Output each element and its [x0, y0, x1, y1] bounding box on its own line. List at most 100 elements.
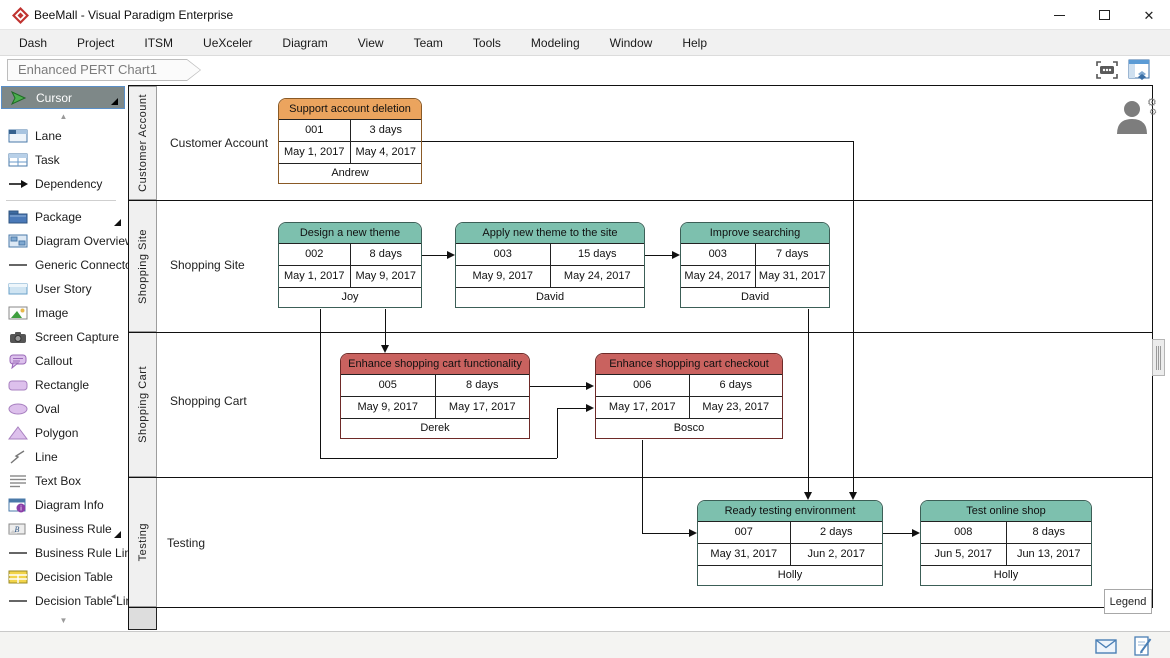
tool-rectangle[interactable]: Rectangle	[0, 373, 127, 397]
dependency-connector-segment[interactable]	[320, 309, 321, 458]
lane-border	[128, 85, 1152, 86]
menu-diagram[interactable]: Diagram	[282, 36, 327, 50]
task-title: Improve searching	[681, 223, 829, 244]
zoom-to-selection-icon[interactable]	[1094, 58, 1120, 82]
menu-itsm[interactable]: ITSM	[144, 36, 173, 50]
maximize-button[interactable]	[1085, 0, 1123, 30]
tool-polygon[interactable]: Polygon	[0, 421, 127, 445]
tool-package[interactable]: Package	[0, 205, 127, 229]
window-title: BeeMall - Visual Paradigm Enterprise	[34, 8, 233, 22]
diagram-info-icon: i	[8, 497, 28, 513]
menu-modeling[interactable]: Modeling	[531, 36, 580, 50]
line-icon	[8, 449, 28, 465]
dependency-connector-segment[interactable]	[645, 255, 673, 256]
dependency-connector-segment[interactable]	[557, 408, 558, 458]
dependency-connector-segment[interactable]	[642, 533, 690, 534]
dependency-connector-segment[interactable]	[385, 309, 386, 346]
tool-lane[interactable]: Lane	[0, 124, 127, 148]
tool-image[interactable]: Image	[0, 301, 127, 325]
menu-project[interactable]: Project	[77, 36, 114, 50]
tool-text-box[interactable]: Text Box	[0, 469, 127, 493]
tool-business-rule-link[interactable]: Business Rule Link	[0, 541, 127, 565]
menu-dash[interactable]: Dash	[19, 36, 47, 50]
lane-label: Customer Account	[170, 136, 268, 150]
task-duration: 8 days	[436, 375, 530, 396]
task-title: Apply new theme to the site	[456, 223, 644, 244]
lane-label: Testing	[167, 536, 205, 550]
dependency-connector-segment[interactable]	[808, 309, 809, 493]
dependency-connector-segment[interactable]	[422, 141, 853, 142]
task-start-date: May 1, 2017	[279, 142, 351, 163]
panel-view-icon[interactable]	[1126, 58, 1152, 82]
tool-user-story[interactable]: User Story	[0, 277, 127, 301]
task-id: 007	[698, 522, 791, 543]
menu-uexceler[interactable]: UeXceler	[203, 36, 252, 50]
task-duration: 8 days	[351, 244, 422, 265]
task-node-support-account-deletion[interactable]: Support account deletion 0013 days May 1…	[278, 98, 422, 184]
dependency-connector-segment[interactable]	[853, 141, 854, 493]
tool-screen-capture[interactable]: Screen Capture	[0, 325, 127, 349]
toolbox-scroll-up[interactable]: ▲	[0, 109, 127, 124]
task-id: 003	[681, 244, 756, 265]
legend-button[interactable]: Legend	[1104, 589, 1152, 614]
task-node-ready-testing-environment[interactable]: Ready testing environment 0072 days May …	[697, 500, 883, 586]
task-node-apply-new-theme[interactable]: Apply new theme to the site 00315 days M…	[455, 222, 645, 308]
lane-header-testing[interactable]: Testing	[128, 477, 157, 607]
dependency-connector-segment[interactable]	[530, 386, 587, 387]
tool-callout[interactable]: Callout	[0, 349, 127, 373]
tool-label: Business Rule Link	[35, 546, 137, 560]
tool-diagram-info[interactable]: i Diagram Info	[0, 493, 127, 517]
lane-header-customer-account[interactable]: Customer Account	[128, 86, 157, 200]
tool-line[interactable]: Line	[0, 445, 127, 469]
panel-collapse-icon[interactable]: ◂	[111, 591, 116, 602]
panel-resize-gripper[interactable]	[1152, 339, 1165, 376]
task-duration: 15 days	[551, 244, 645, 265]
edit-document-icon[interactable]	[1130, 636, 1154, 656]
task-node-enhance-cart-functionality[interactable]: Enhance shopping cart functionality 0058…	[340, 353, 530, 439]
tool-label: Package	[35, 210, 82, 224]
app-logo-icon	[12, 7, 29, 24]
close-icon: ✕	[1144, 9, 1155, 22]
lane-header-shopping-site[interactable]: Shopping Site	[128, 200, 157, 332]
task-id: 001	[279, 120, 351, 141]
tool-task[interactable]: Task	[0, 148, 127, 172]
business-rule-link-icon	[8, 545, 28, 561]
lane-header-shopping-cart[interactable]: Shopping Cart	[128, 332, 157, 477]
tool-oval[interactable]: Oval	[0, 397, 127, 421]
user-story-icon	[8, 281, 28, 297]
status-bar	[0, 631, 1170, 658]
message-icon[interactable]	[1094, 636, 1118, 656]
menu-help[interactable]: Help	[682, 36, 707, 50]
menu-team[interactable]: Team	[414, 36, 443, 50]
menu-view[interactable]: View	[358, 36, 384, 50]
dependency-connector-segment[interactable]	[642, 440, 643, 533]
tool-dependency[interactable]: Dependency	[0, 172, 127, 196]
breadcrumb[interactable]: Enhanced PERT Chart1	[7, 59, 201, 81]
task-node-test-online-shop[interactable]: Test online shop 0088 days Jun 5, 2017Ju…	[920, 500, 1092, 586]
maximize-icon	[1099, 10, 1110, 20]
tool-generic-connector[interactable]: Generic Connector	[0, 253, 127, 277]
dependency-connector-segment[interactable]	[557, 408, 587, 409]
business-rule-icon: B	[8, 521, 28, 537]
task-id: 006	[596, 375, 690, 396]
task-node-enhance-cart-checkout[interactable]: Enhance shopping cart checkout 0066 days…	[595, 353, 783, 439]
task-title: Enhance shopping cart checkout	[596, 354, 782, 375]
tool-diagram-overview[interactable]: Diagram Overview	[0, 229, 127, 253]
toolbox-scroll-down[interactable]: ▼	[0, 613, 127, 628]
polygon-icon	[8, 425, 28, 441]
task-node-design-a-new-theme[interactable]: Design a new theme 0028 days May 1, 2017…	[278, 222, 422, 308]
tool-decision-table-link[interactable]: Decision Table Link	[0, 589, 127, 613]
minimize-button[interactable]	[1040, 0, 1078, 30]
menu-tools[interactable]: Tools	[473, 36, 501, 50]
dependency-connector-segment[interactable]	[883, 533, 913, 534]
task-node-improve-searching[interactable]: Improve searching 0037 days May 24, 2017…	[680, 222, 830, 308]
tool-business-rule[interactable]: B Business Rule	[0, 517, 127, 541]
menu-window[interactable]: Window	[610, 36, 653, 50]
task-start-date: Jun 5, 2017	[921, 544, 1007, 565]
dependency-connector-segment[interactable]	[320, 458, 557, 459]
text-box-icon	[8, 473, 28, 489]
tool-decision-table[interactable]: Decision Table	[0, 565, 127, 589]
tool-cursor[interactable]: Cursor	[1, 86, 125, 109]
dependency-connector-segment[interactable]	[422, 255, 448, 256]
close-button[interactable]: ✕	[1130, 0, 1168, 30]
